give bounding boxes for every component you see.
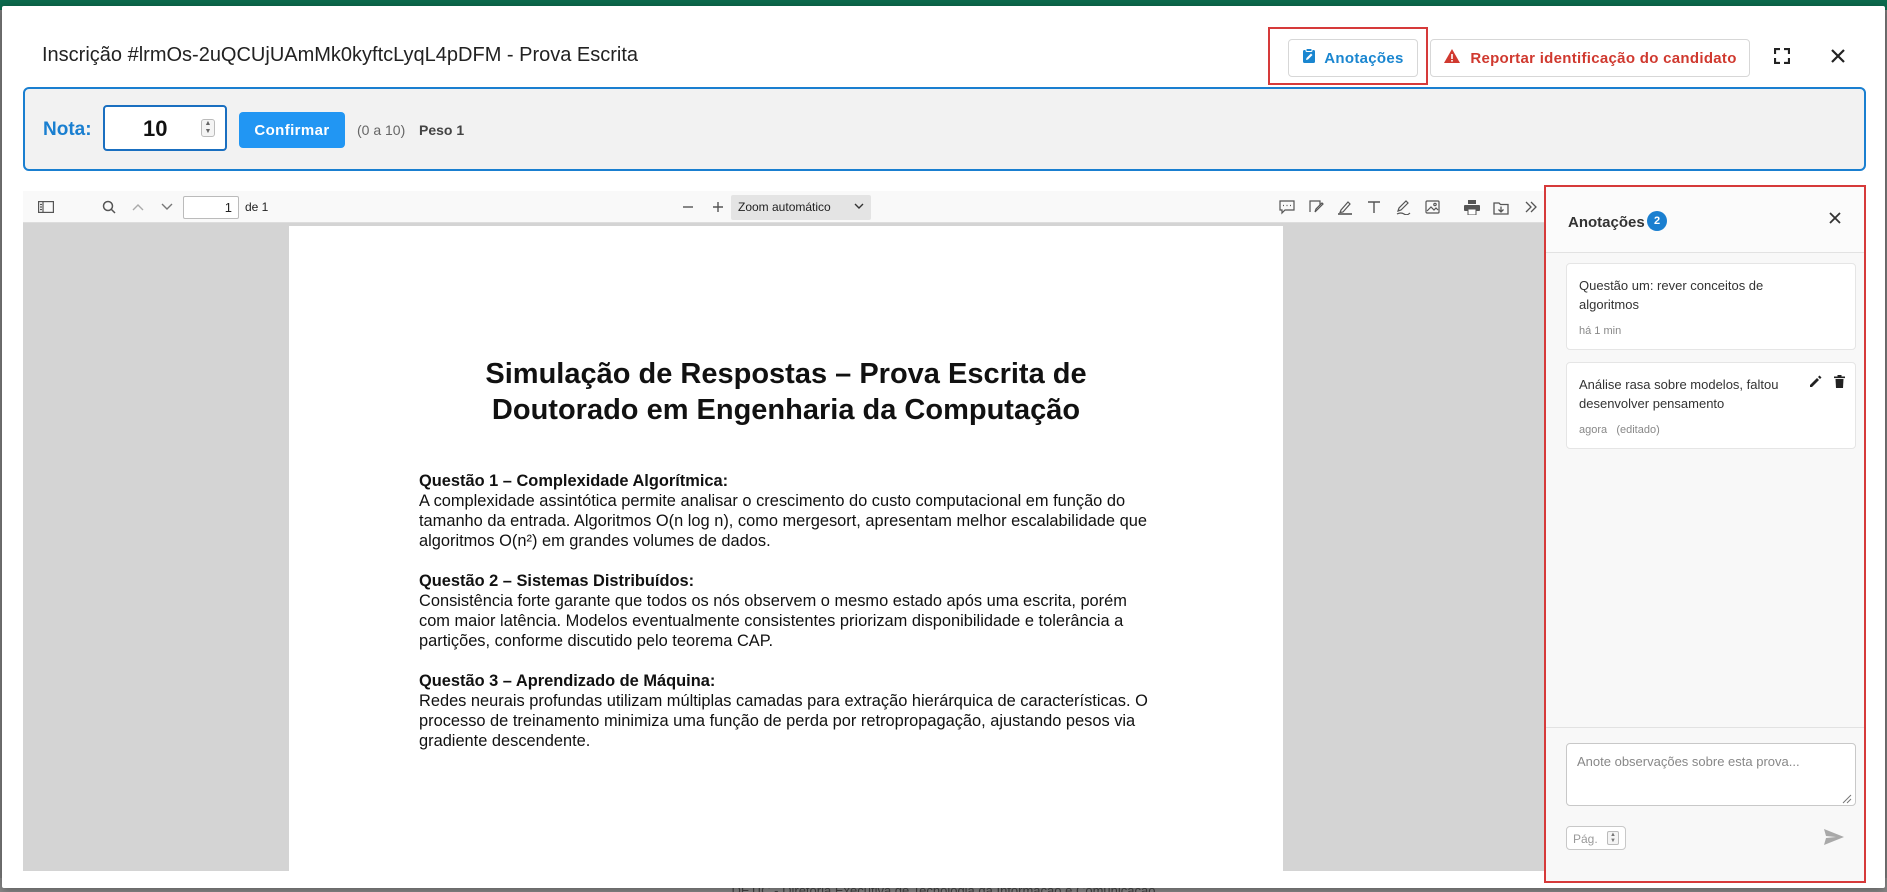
annotation-item[interactable]: Análise rasa sobre modelos, faltou desen…: [1566, 362, 1856, 449]
note-edit-icon: [1302, 48, 1316, 68]
pdf-viewer: 1 de 1 Zoom automático Simulação de Resp…: [23, 191, 1549, 872]
annotations-panel: Anotações 2 Questão um: rever conceitos …: [1544, 185, 1866, 883]
page-number-field[interactable]: Pág. ▲ ▼: [1566, 826, 1626, 850]
grade-stepper[interactable]: ▲ ▼: [201, 119, 215, 137]
close-panel-button[interactable]: [1824, 209, 1846, 231]
sidebar-toggle-icon[interactable]: [35, 196, 57, 218]
question-3: Questão 3 – Aprendizado de Máquina: Rede…: [419, 671, 1159, 751]
page-number-placeholder: Pág.: [1573, 832, 1598, 846]
close-modal-button[interactable]: [1824, 44, 1852, 72]
pdf-page: Simulação de Respostas – Prova Escrita d…: [289, 226, 1283, 872]
download-icon[interactable]: [1490, 196, 1512, 218]
zoom-out-icon[interactable]: [677, 196, 699, 218]
annotation-input[interactable]: Anote observações sobre esta prova...: [1566, 743, 1856, 806]
grade-bar: Nota: 10 ▲ ▼ Confirmar (0 a 10) Peso 1: [23, 87, 1866, 171]
signature-icon[interactable]: [1305, 196, 1327, 218]
image-icon[interactable]: [1421, 196, 1443, 218]
report-candidate-button[interactable]: Reportar identificação do candidato: [1430, 39, 1750, 77]
question-heading: Questão 3 – Aprendizado de Máquina:: [419, 672, 716, 690]
annotation-time: agora: [1579, 424, 1608, 436]
page-number-input[interactable]: 1: [183, 196, 239, 219]
search-icon[interactable]: [98, 196, 120, 218]
zoom-value: Zoom automático: [738, 200, 831, 214]
text-icon[interactable]: [1363, 196, 1385, 218]
previous-page-icon[interactable]: [127, 196, 149, 218]
annotations-panel-title: Anotações: [1568, 214, 1645, 231]
print-icon[interactable]: [1461, 196, 1483, 218]
annotation-edited-tag: (editado): [1616, 424, 1660, 436]
draw-icon[interactable]: [1392, 196, 1414, 218]
pdf-toolbar: 1 de 1 Zoom automático: [23, 191, 1549, 223]
annotations-button[interactable]: Anotações: [1288, 39, 1418, 77]
annotations-panel-footer: Anote observações sobre esta prova... Pá…: [1546, 727, 1864, 881]
zoom-select[interactable]: Zoom automático: [731, 195, 871, 220]
edit-icon[interactable]: [1809, 375, 1822, 393]
question-heading: Questão 1 – Complexidade Algorítmica:: [419, 472, 729, 490]
question-1: Questão 1 – Complexidade Algorítmica: A …: [419, 471, 1159, 551]
comment-icon[interactable]: [1276, 196, 1298, 218]
annotation-item[interactable]: Questão um: rever conceitos de algoritmo…: [1566, 263, 1856, 350]
warning-icon: [1443, 48, 1461, 68]
annotations-button-label: Anotações: [1324, 49, 1404, 67]
document-body: Questão 1 – Complexidade Algorítmica: A …: [419, 471, 1159, 771]
annotation-text: Análise rasa sobre modelos, faltou desen…: [1579, 377, 1779, 411]
highlight-icon[interactable]: [1334, 196, 1356, 218]
question-answer: A complexidade assintótica permite anali…: [419, 492, 1147, 550]
evaluation-modal: Inscrição #lrmOs-2uQCUjUAmMk0kyftcLyqL4p…: [2, 6, 1885, 888]
resize-grip-icon[interactable]: [1842, 792, 1852, 804]
close-icon: [1829, 211, 1841, 229]
next-page-icon[interactable]: [156, 196, 178, 218]
question-answer: Consistência forte garante que todos os …: [419, 592, 1127, 650]
more-tools-icon[interactable]: [1520, 196, 1542, 218]
confirm-button[interactable]: Confirmar: [239, 112, 345, 148]
grade-value: 10: [143, 116, 168, 141]
annotations-count-badge: 2: [1647, 211, 1667, 231]
grade-input[interactable]: 10 ▲ ▼: [103, 105, 227, 151]
send-icon: [1823, 828, 1845, 851]
grade-weight: Peso 1: [419, 122, 465, 138]
modal-title: Inscrição #lrmOs-2uQCUjUAmMk0kyftcLyqL4p…: [42, 44, 639, 66]
fullscreen-icon: [1773, 47, 1791, 69]
question-2: Questão 2 – Sistemas Distribuídos: Consi…: [419, 571, 1159, 651]
document-title: Simulação de Respostas – Prova Escrita d…: [485, 358, 1087, 426]
page-number-stepper[interactable]: ▲ ▼: [1607, 831, 1619, 845]
question-heading: Questão 2 – Sistemas Distribuídos:: [419, 572, 695, 590]
send-annotation-button[interactable]: [1820, 826, 1848, 852]
zoom-in-icon[interactable]: [707, 196, 729, 218]
annotation-text: Questão um: rever conceitos de algoritmo…: [1579, 278, 1764, 312]
chevron-down-icon: [854, 200, 864, 215]
annotations-panel-header: Anotações 2: [1546, 187, 1864, 253]
annotation-time: há 1 min: [1579, 325, 1622, 337]
annotation-input-placeholder: Anote observações sobre esta prova...: [1577, 754, 1800, 769]
grade-label: Nota:: [43, 119, 92, 140]
page-total: de 1: [245, 200, 269, 214]
fullscreen-button[interactable]: [1768, 44, 1796, 72]
annotation-actions: [1809, 375, 1845, 393]
delete-icon[interactable]: [1834, 375, 1845, 393]
grade-range: (0 a 10): [357, 122, 406, 138]
close-icon: [1830, 48, 1846, 69]
question-answer: Redes neurais profundas utilizam múltipl…: [419, 692, 1148, 750]
report-button-label: Reportar identificação do candidato: [1470, 49, 1737, 67]
annotation-meta: agora (editado): [1579, 424, 1660, 436]
